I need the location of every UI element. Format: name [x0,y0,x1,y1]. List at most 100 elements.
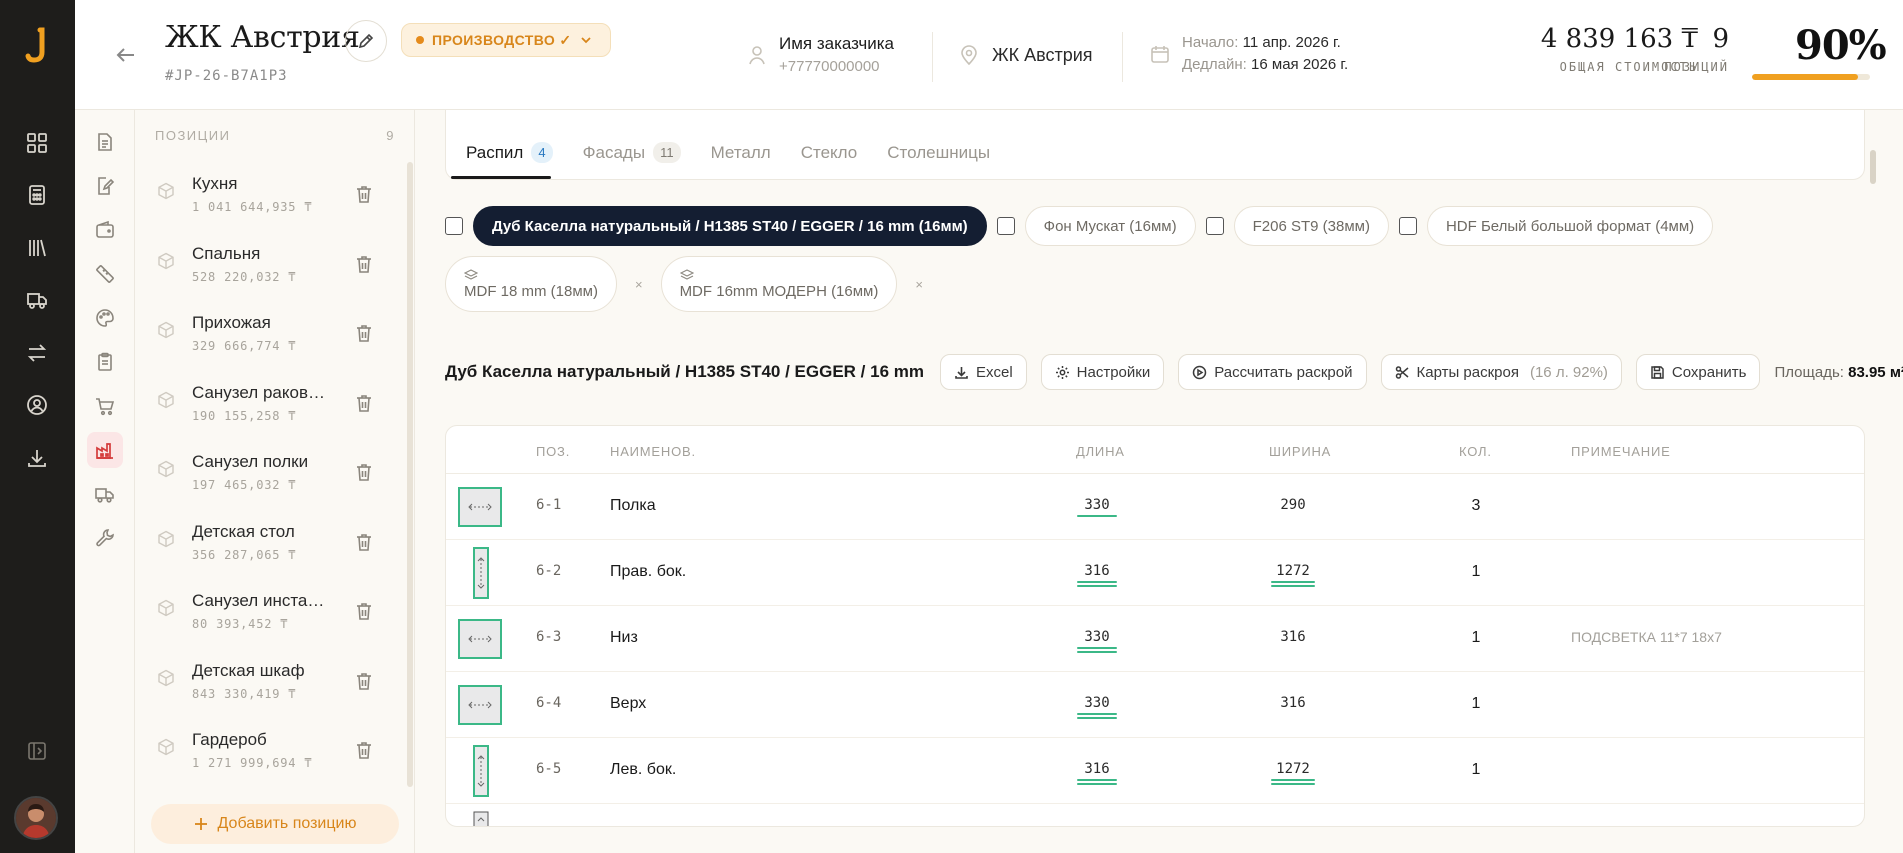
grain-horizontal-icon[interactable] [458,619,502,659]
length-value: 330 [1084,695,1110,711]
user-circle-icon[interactable] [22,390,52,420]
table-row[interactable]: 6-3 Низ 330 316 1 ПОДСВЕТКА 11*7 18x7 [446,606,1864,672]
document-icon[interactable] [87,124,123,160]
tab-1[interactable]: Распил 4 [466,142,553,163]
tab-5[interactable]: Столешницы [887,143,990,163]
trash-icon[interactable] [355,254,373,274]
list-item[interactable]: Детская шкаф 843 330,419 ₸ [135,649,415,719]
palette-icon[interactable] [87,300,123,336]
cell-width[interactable]: 316 [1271,629,1315,645]
trash-icon[interactable] [355,532,373,552]
trash-icon[interactable] [355,601,373,621]
cell-name[interactable]: Лев. бок. [610,761,676,779]
app-logo[interactable] [22,26,52,66]
avatar[interactable] [14,796,58,840]
settings-button[interactable]: Настройки [1040,354,1165,390]
table-row[interactable]: 6-5 Лев. бок. 316 1272 1 [446,738,1864,804]
cell-note[interactable]: ПОДСВЕТКА 11*7 18x7 [1571,629,1722,645]
edge-band-mark [1077,647,1117,649]
edit-project-button[interactable] [345,20,387,62]
layered-material-chip[interactable]: MDF 18 mm (18мм) [445,256,617,312]
cutting-maps-button[interactable]: Карты раскроя (16 л. 92%) [1380,354,1622,390]
cell-length[interactable]: 316 [1077,761,1117,785]
trash-icon[interactable] [355,462,373,482]
table-row[interactable]: 6-4 Верх 330 316 1 [446,672,1864,738]
tab-4[interactable]: Стекло [801,143,858,163]
wallet-icon[interactable] [87,212,123,248]
wrench-icon[interactable] [87,520,123,556]
table-row[interactable]: 6-2 Прав. бок. 316 1272 1 [446,540,1864,606]
cell-length[interactable]: 330 [1077,497,1117,517]
transfer-icon[interactable] [22,338,52,368]
list-item[interactable]: Санузел раковина 190 155,258 ₸ [135,371,415,441]
cell-width[interactable]: 316 [1271,695,1315,711]
status-badge[interactable]: ПРОИЗВОДСТВО ✓ [401,23,611,57]
list-item[interactable]: Прихожая 329 666,774 ₸ [135,301,415,371]
material-chip[interactable]: Дуб Каселла натуральный / H1385 ST40 / E… [473,206,987,246]
add-position-button[interactable]: Добавить позицию [151,804,399,844]
dashboard-icon[interactable] [22,128,52,158]
cell-qty[interactable]: 1 [1466,695,1486,713]
trash-icon[interactable] [355,740,373,760]
ruler-icon[interactable] [87,256,123,292]
material-checkbox[interactable] [996,217,1015,235]
trash-icon[interactable] [355,323,373,343]
cell-length[interactable]: 316 [1077,563,1117,587]
collapse-sidebar-icon[interactable] [22,736,52,766]
back-arrow-icon[interactable] [113,42,139,68]
cube-icon [158,738,174,756]
material-checkbox[interactable] [1398,217,1417,235]
material-checkbox[interactable] [1205,217,1224,235]
material-chip[interactable]: HDF Белый большой формат (4мм) [1426,206,1714,246]
cell-name[interactable]: Низ [610,629,638,647]
cell-name[interactable]: Верх [610,695,646,713]
list-item[interactable]: Кухня 1 041 644,935 ₸ [135,162,415,232]
cell-name[interactable]: Прав. бок. [610,563,686,581]
list-item[interactable]: Детская стол 356 287,065 ₸ [135,510,415,580]
grain-horizontal-icon[interactable] [458,487,502,527]
material-checkbox[interactable] [445,217,463,235]
trash-icon[interactable] [355,184,373,204]
delivery-truck-icon[interactable] [87,476,123,512]
cell-qty[interactable]: 1 [1466,629,1486,647]
calculate-cutting-button[interactable]: Рассчитать раскрой [1178,354,1367,390]
tab-3[interactable]: Металл [711,143,771,163]
remove-chip-icon[interactable]: × [635,277,643,292]
positions-scrollbar[interactable] [407,162,413,787]
factory-icon[interactable] [87,432,123,468]
excel-button[interactable]: Excel [939,354,1027,390]
material-chip[interactable]: F206 ST9 (38мм) [1233,206,1389,246]
calculator-icon[interactable] [22,180,52,210]
grain-vertical-icon[interactable] [473,547,489,599]
cell-qty[interactable]: 1 [1466,761,1486,779]
cell-qty[interactable]: 1 [1466,563,1486,581]
delivery-truck-icon[interactable] [22,285,52,315]
remove-chip-icon[interactable]: × [915,277,923,292]
grain-horizontal-icon[interactable] [458,685,502,725]
cell-name[interactable]: Полка [610,497,656,515]
cell-width[interactable]: 1272 [1271,761,1315,785]
cell-length[interactable]: 330 [1077,695,1117,719]
trash-icon[interactable] [355,393,373,413]
table-row[interactable]: 6-1 Полка 330 290 3 [446,474,1864,540]
tab-2[interactable]: Фасады 11 [583,142,681,163]
trash-icon[interactable] [355,671,373,691]
material-chip[interactable]: Фон Мускат (16мм) [1024,206,1196,246]
save-button[interactable]: Сохранить [1635,354,1761,390]
cart-icon[interactable] [87,388,123,424]
library-icon[interactable] [22,233,52,263]
clipboard-icon[interactable] [87,344,123,380]
cell-width[interactable]: 1272 [1271,563,1315,587]
layered-material-chip[interactable]: MDF 16mm МОДЕРН (16мм) [660,256,898,312]
main-scrollbar[interactable] [1870,150,1876,184]
download-icon[interactable] [22,443,52,473]
cell-width[interactable]: 290 [1271,497,1315,513]
cell-qty[interactable]: 3 [1466,497,1486,515]
list-item[interactable]: Гардероб 1 271 999,694 ₸ [135,718,415,788]
grain-vertical-icon[interactable] [473,745,489,797]
edit-document-icon[interactable] [87,168,123,204]
list-item[interactable]: Санузел инсталляция 80 393,452 ₸ [135,579,415,649]
list-item[interactable]: Спальня 528 220,032 ₸ [135,232,415,302]
list-item[interactable]: Санузел полки 197 465,032 ₸ [135,440,415,510]
cell-length[interactable]: 330 [1077,629,1117,653]
